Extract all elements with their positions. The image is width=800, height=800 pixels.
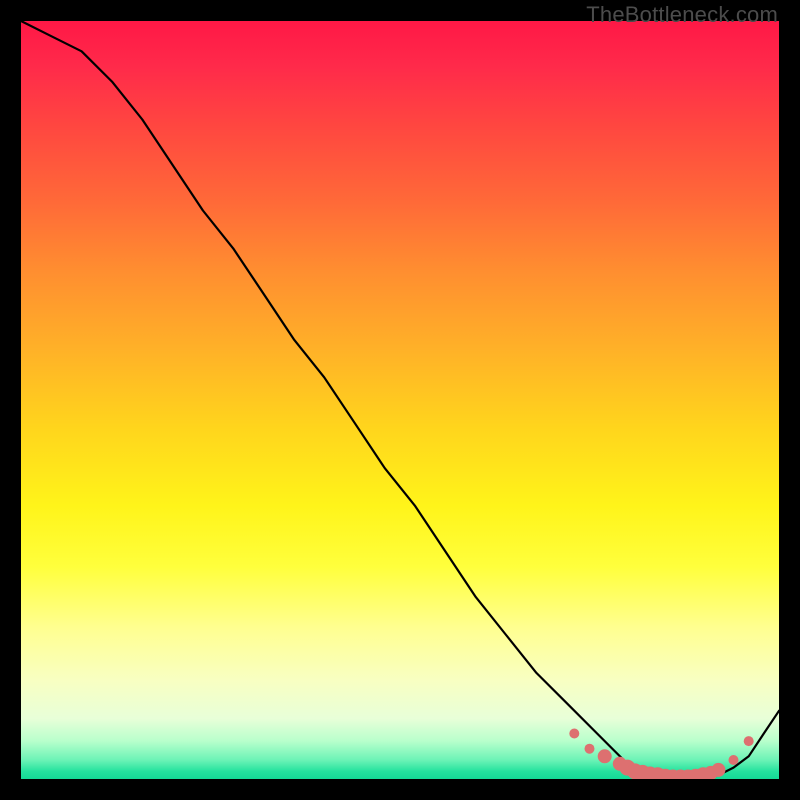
- marker-dot: [585, 744, 595, 754]
- watermark-text: TheBottleneck.com: [586, 2, 778, 28]
- marker-dot: [729, 755, 739, 765]
- marker-dot: [598, 749, 612, 763]
- chart-plot-area: [21, 21, 779, 779]
- marker-dot: [744, 736, 754, 746]
- bottleneck-curve: [21, 21, 779, 778]
- chart-overlay: [21, 21, 779, 779]
- marker-dot: [711, 763, 725, 777]
- chart-stage: TheBottleneck.com: [0, 0, 800, 800]
- marker-dot: [569, 729, 579, 739]
